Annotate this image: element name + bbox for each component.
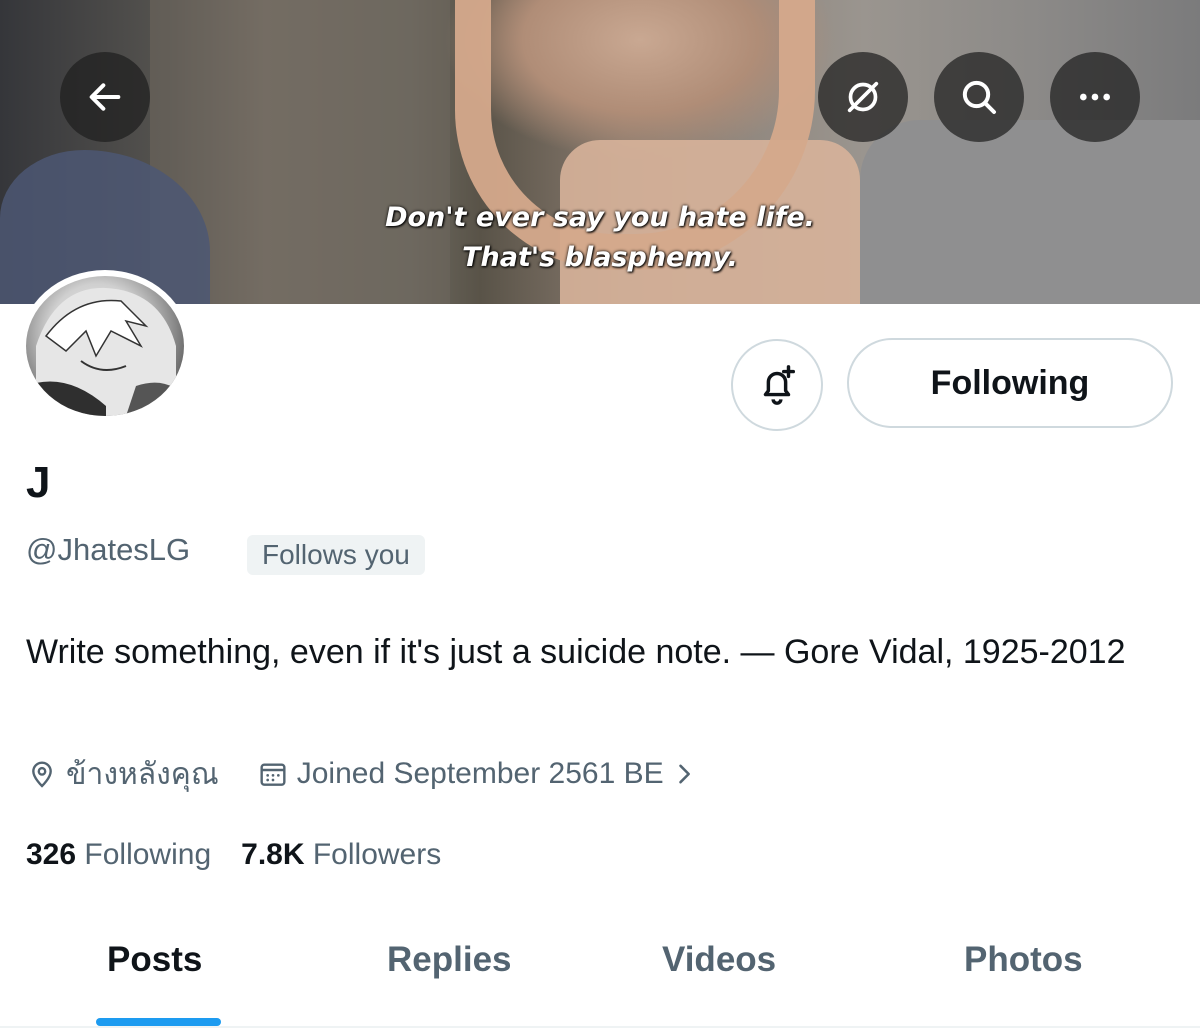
joined-text: Joined September 2561 BE bbox=[296, 757, 664, 790]
following-count: 326 bbox=[26, 838, 77, 871]
display-name: J bbox=[26, 458, 51, 507]
banner-subtitle-line: Don't ever say you hate life. bbox=[385, 202, 815, 233]
calendar-icon bbox=[260, 763, 286, 786]
avatar-illustration bbox=[26, 287, 184, 416]
notifications-button[interactable] bbox=[731, 339, 823, 431]
tab-posts[interactable]: Posts bbox=[107, 940, 202, 980]
profile-bio: Write something, even if it's just a sui… bbox=[26, 633, 1126, 671]
follow-stats: 326 Following 7.8K Followers bbox=[26, 838, 471, 872]
tab-replies[interactable]: Replies bbox=[387, 940, 512, 980]
following-stat[interactable]: 326 Following bbox=[26, 838, 211, 872]
location-text: ข้างหลังคุณ bbox=[66, 757, 219, 791]
profile-meta: ข้างหลังคุณ Joined September 2561 BE bbox=[26, 754, 744, 794]
followers-stat-label: Followers bbox=[312, 838, 442, 871]
profile-avatar[interactable] bbox=[20, 270, 190, 422]
back-button[interactable] bbox=[60, 52, 150, 142]
search-button[interactable] bbox=[934, 52, 1024, 142]
active-tab-indicator bbox=[96, 1018, 221, 1026]
arrow-left-icon bbox=[89, 83, 121, 111]
profile-handle: @JhatesLG bbox=[26, 532, 191, 567]
more-horizontal-icon bbox=[1080, 93, 1110, 101]
follows-you-badge: Follows you bbox=[247, 535, 425, 575]
tab-photos[interactable]: Photos bbox=[964, 940, 1083, 980]
location-pin-icon bbox=[32, 761, 52, 788]
following-button[interactable]: Following bbox=[847, 338, 1173, 428]
grok-icon bbox=[847, 81, 879, 113]
avatar-image bbox=[26, 276, 184, 416]
following-stat-label: Following bbox=[84, 838, 212, 871]
more-button[interactable] bbox=[1050, 52, 1140, 142]
tab-videos[interactable]: Videos bbox=[662, 940, 776, 980]
joined-item[interactable]: Joined September 2561 BE bbox=[257, 757, 706, 791]
grok-button[interactable] bbox=[818, 52, 908, 142]
profile-tabs: Posts Replies Videos Photos bbox=[0, 920, 1200, 1028]
banner-subtitle-line: That's blasphemy. bbox=[462, 242, 738, 273]
search-icon bbox=[962, 80, 996, 114]
followers-stat[interactable]: 7.8K Followers bbox=[241, 838, 441, 872]
profile-banner[interactable]: Don't ever say you hate life. That's bla… bbox=[0, 0, 1200, 304]
banner-subtitle: Don't ever say you hate life. That's bla… bbox=[0, 198, 1200, 278]
location-item: ข้างหลังคุณ bbox=[26, 751, 219, 798]
bell-plus-icon bbox=[763, 365, 796, 405]
chevron-right-icon bbox=[678, 764, 690, 784]
followers-count: 7.8K bbox=[241, 838, 305, 871]
